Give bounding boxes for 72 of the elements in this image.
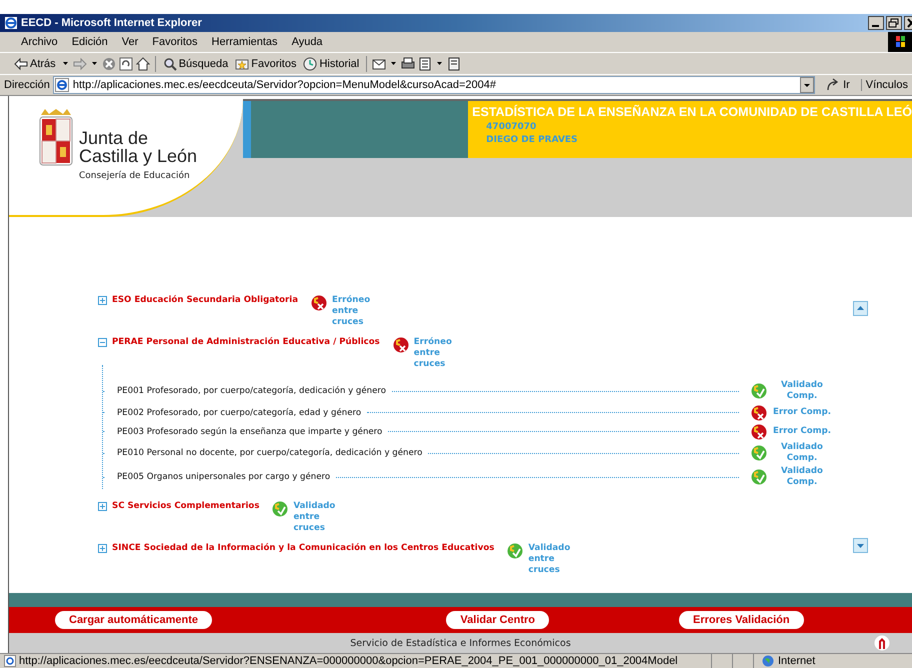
star-folder-icon bbox=[235, 56, 250, 70]
status-text: Erróneo entre cruces bbox=[414, 337, 453, 370]
action-button[interactable]: Errores Validación bbox=[679, 611, 804, 629]
menu-item[interactable]: Edición bbox=[64, 36, 115, 48]
zone-indicator: Internet bbox=[753, 654, 912, 668]
refresh-icon[interactable] bbox=[118, 56, 133, 70]
ie-page-icon bbox=[54, 78, 69, 92]
stop-icon[interactable] bbox=[102, 56, 116, 70]
menu-item[interactable]: Ayuda bbox=[284, 36, 330, 48]
banner-title: ESTADÍSTICA DE LA ENSEÑANZA EN LA COMUNIDAD DE CASTILLA LEÓ bbox=[472, 105, 912, 119]
toolbar-button[interactable]: Búsqueda bbox=[160, 56, 230, 70]
section-link[interactable]: PERAE Personal de Administración Educativa / Públicos bbox=[112, 337, 380, 347]
dropdown-caret-icon bbox=[62, 62, 68, 65]
maximize-icon[interactable] bbox=[886, 16, 902, 30]
status-text: Validado Comp. bbox=[780, 442, 824, 464]
close-icon[interactable] bbox=[904, 16, 912, 30]
home-icon[interactable] bbox=[136, 56, 150, 70]
status-text: Erróneo entre cruces bbox=[332, 295, 372, 328]
mail-icon[interactable] bbox=[372, 56, 386, 70]
document-icon[interactable] bbox=[418, 56, 432, 70]
dropdown-caret-icon bbox=[437, 62, 442, 65]
toolbar-button[interactable]: Favoritos bbox=[233, 56, 298, 70]
center-name: DIEGO DE PRAVES bbox=[485, 135, 579, 145]
go-button[interactable]: Ir bbox=[818, 78, 858, 92]
center-code: 47007070 bbox=[485, 122, 538, 132]
links-button[interactable]: Vínculos bbox=[860, 79, 912, 91]
section-link[interactable]: SC Servicios Complementarios bbox=[112, 501, 260, 511]
organization-name: Castilla y León bbox=[79, 147, 198, 165]
notepad-icon[interactable] bbox=[447, 56, 462, 70]
back-arrow-icon bbox=[14, 56, 28, 70]
section-link[interactable]: SINCE Sociedad de la Información y la Comunicación en los Centros Educativos bbox=[112, 543, 494, 553]
collapse-icon[interactable] bbox=[98, 338, 107, 347]
status-text: http://aplicaciones.mec.es/eecdceuta/Servidor?ENSENANZA=000000000&opcion=PERAE_2004_PE_001_000000000_01_2004Model bbox=[0, 654, 709, 668]
report-link[interactable]: PE010 Personal no docente, por cuerpo/categoría, dedicación y género bbox=[103, 448, 428, 458]
clock-icon bbox=[303, 56, 318, 70]
expand-icon[interactable] bbox=[98, 296, 107, 305]
printer-icon[interactable] bbox=[401, 56, 416, 70]
address-label: Dirección bbox=[4, 79, 50, 91]
window-title: EECD - Microsoft Internet Explorer bbox=[21, 17, 203, 29]
address-field[interactable]: http://aplicaciones.mec.es/eecdceuta/Servidor?opcion=MenuModel&cursoAcad=2004# bbox=[52, 76, 816, 94]
minimize-icon[interactable] bbox=[868, 16, 884, 30]
logo-mark-icon bbox=[874, 635, 890, 651]
report-link[interactable]: PE003 Profesorado según la enseñanza que imparte y género bbox=[103, 426, 388, 436]
section-link[interactable]: ESO Educación Secundaria Obligatoria bbox=[112, 295, 298, 305]
dropdown-caret-icon bbox=[92, 62, 97, 65]
status-text: Validado entre cruces bbox=[293, 501, 336, 534]
menu-item[interactable]: Ver bbox=[114, 36, 146, 48]
scroll-up-icon[interactable] bbox=[853, 301, 868, 316]
organization-name: Junta de bbox=[79, 129, 150, 147]
expand-icon[interactable] bbox=[98, 544, 107, 553]
action-button[interactable]: Validar Centro bbox=[446, 611, 549, 629]
footer-text: Servicio de Estadística e Informes Económicos bbox=[350, 638, 571, 648]
dropdown-caret-icon bbox=[391, 62, 396, 65]
menu-item[interactable]: Archivo bbox=[14, 36, 65, 48]
department-name: Consejería de Educación bbox=[79, 171, 191, 181]
status-text: Error Comp. bbox=[772, 407, 832, 418]
toolbar-button[interactable]: Historial bbox=[301, 56, 362, 70]
status-text: Validado Comp. bbox=[780, 466, 824, 488]
toolbar-button[interactable]: Atrás bbox=[12, 56, 58, 70]
windows-logo-icon bbox=[888, 32, 912, 52]
menu-item[interactable]: Herramientas bbox=[204, 36, 285, 48]
status-text: Validado Comp. bbox=[780, 380, 824, 402]
ie-logo-icon bbox=[4, 16, 18, 30]
magnifier-icon bbox=[162, 56, 177, 70]
globe-icon bbox=[762, 655, 774, 667]
menu-item[interactable]: Favoritos bbox=[145, 36, 205, 48]
action-button[interactable]: Cargar automáticamente bbox=[55, 611, 212, 629]
go-arrow-icon bbox=[826, 78, 840, 92]
status-text: Error Comp. bbox=[772, 426, 832, 437]
scroll-down-icon[interactable] bbox=[853, 538, 868, 553]
status-text: Validado entre cruces bbox=[528, 543, 572, 576]
expand-icon[interactable] bbox=[98, 502, 107, 511]
